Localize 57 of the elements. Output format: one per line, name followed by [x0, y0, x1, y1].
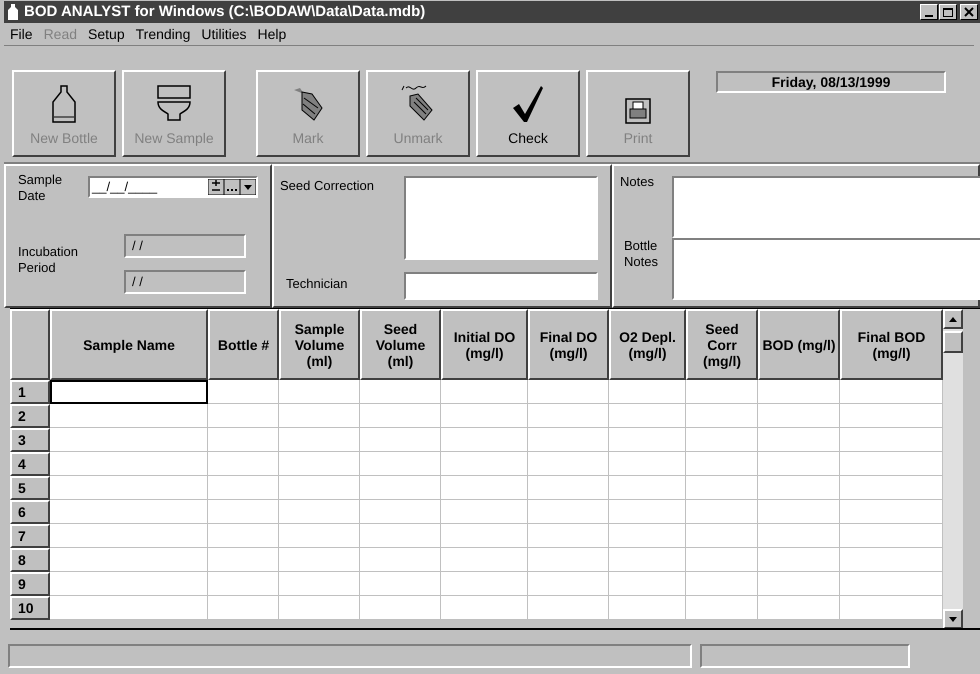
close-button[interactable] — [960, 4, 978, 20]
ellipsis-icon[interactable] — [224, 179, 240, 195]
row-header[interactable]: 7 — [10, 524, 50, 548]
bottle-icon — [51, 84, 77, 124]
date-field[interactable]: __/__/____ — [88, 176, 258, 198]
printer-icon — [625, 98, 651, 124]
checkmark-icon — [511, 84, 545, 124]
menu-item[interactable]: Trending — [132, 24, 194, 44]
vertical-scrollbar[interactable] — [943, 309, 963, 628]
field-label: Incubation Period — [18, 244, 79, 276]
menu-item[interactable]: Utilities — [197, 24, 250, 44]
scroll-down-icon[interactable] — [949, 616, 957, 622]
date-field[interactable]: / / — [124, 234, 246, 258]
column-header[interactable]: Initial DO (mg/l) — [441, 309, 528, 380]
row-header[interactable]: 5 — [10, 476, 50, 500]
row-header[interactable]: 9 — [10, 572, 50, 596]
close-icon — [964, 7, 974, 17]
bottle-icon — [8, 4, 18, 20]
column-header[interactable]: Bottle # — [208, 309, 279, 380]
row-header[interactable]: 10 — [10, 596, 50, 620]
row-header[interactable]: 1 — [10, 380, 50, 404]
notes-field[interactable] — [672, 176, 980, 238]
field-label: Sample Date — [18, 172, 64, 204]
row-header[interactable]: 8 — [10, 548, 50, 572]
technician-field[interactable] — [404, 272, 598, 300]
row-header[interactable]: 6 — [10, 500, 50, 524]
column-header[interactable]: Final DO (mg/l) — [528, 309, 609, 380]
row-header[interactable]: 4 — [10, 452, 50, 476]
row-header[interactable]: 2 — [10, 404, 50, 428]
bottle-notes-field[interactable] — [672, 238, 980, 300]
scroll-thumb[interactable] — [943, 331, 963, 353]
column-header[interactable]: O2 Depl. (mg/l) — [609, 309, 686, 380]
scroll-up-icon[interactable] — [949, 316, 957, 322]
maximize-button[interactable] — [939, 4, 957, 20]
seed-correction-field[interactable] — [404, 176, 598, 260]
field-label: Technician — [286, 275, 348, 293]
field-label: Notes — [620, 173, 654, 191]
field-label: Seed Correction — [280, 177, 374, 195]
column-header[interactable]: Sample Volume (ml) — [279, 309, 360, 380]
menu-item[interactable]: Help — [254, 24, 290, 44]
window-title: BOD ANALYST for Windows (C:\BODAW\Data\Data.mdb) — [24, 2, 426, 22]
date-display: Friday, 08/13/1999 — [716, 71, 946, 93]
column-header[interactable]: Seed Corr (mg/l) — [686, 309, 758, 380]
date-field[interactable]: / / — [124, 270, 246, 294]
column-header[interactable]: Seed Volume (ml) — [360, 309, 441, 380]
column-header[interactable]: BOD (mg/l) — [758, 309, 840, 380]
table-cell[interactable] — [50, 380, 208, 404]
menu-item[interactable]: Setup — [84, 24, 129, 44]
field-label: Bottle Notes — [624, 238, 659, 270]
menu-item[interactable]: File — [6, 24, 37, 44]
column-header[interactable]: Final BOD (mg/l) — [840, 309, 943, 380]
minimize-button[interactable] — [920, 4, 938, 20]
row-header[interactable]: 3 — [10, 428, 50, 452]
spin-icon[interactable] — [208, 179, 224, 195]
dropdown-icon[interactable] — [240, 179, 256, 195]
toolbar-button[interactable]: Check — [476, 70, 580, 157]
column-header[interactable]: Sample Name — [50, 309, 208, 380]
